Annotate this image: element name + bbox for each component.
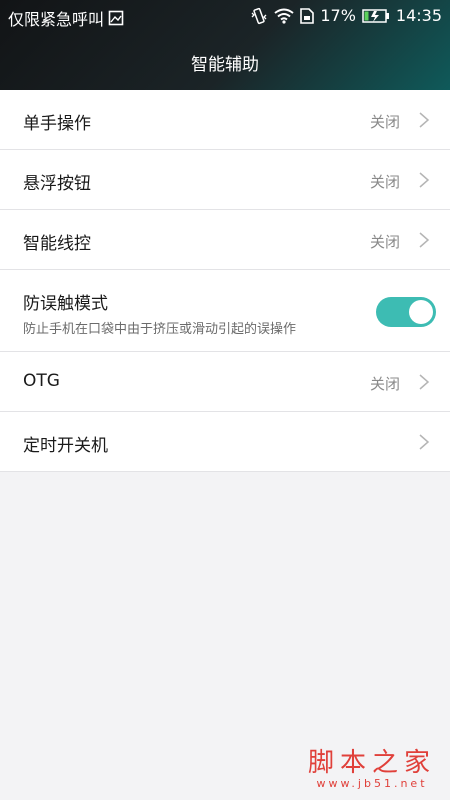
site-watermark: 脚本之家 www.jb51.net: [308, 742, 436, 790]
battery-charging-icon: [362, 7, 390, 25]
clock-time: 14:35: [395, 6, 442, 25]
setting-floating-button[interactable]: 悬浮按钮 关闭: [0, 150, 450, 210]
setting-scheduled-power[interactable]: 定时开关机: [0, 412, 450, 472]
sim-card-icon: [300, 7, 315, 25]
page-title: 智能辅助: [191, 55, 259, 75]
setting-value: 关闭: [369, 375, 400, 393]
emergency-call-text: 仅限紧急呼叫: [8, 10, 105, 29]
chevron-right-icon: [419, 232, 430, 248]
setting-label: 智能线控: [23, 234, 91, 254]
chevron-right-icon: [419, 434, 430, 450]
wifi-icon: [274, 7, 294, 25]
chevron-right-icon: [419, 112, 430, 128]
setting-anti-mistouch: 防误触模式 防止手机在口袋中由于挤压或滑动引起的误操作: [0, 270, 450, 352]
anti-mistouch-toggle[interactable]: [376, 297, 436, 327]
setting-otg[interactable]: OTG 关闭: [0, 352, 450, 412]
setting-description: 防止手机在口袋中由于挤压或滑动引起的误操作: [23, 322, 297, 337]
chevron-right-icon: [419, 172, 430, 188]
app-header: 仅限紧急呼叫 17% 14:35 智能辅助: [0, 0, 450, 90]
chevron-right-icon: [419, 374, 430, 390]
watermark-main: 脚本之家: [307, 748, 436, 778]
settings-list: 单手操作 关闭 悬浮按钮 关闭 智能线控 关闭 防误触模式 防止手机在口袋中由于…: [0, 90, 450, 472]
status-bar: 仅限紧急呼叫 17% 14:35: [0, 0, 450, 32]
setting-value: 关闭: [369, 173, 400, 191]
setting-label: 单手操作: [23, 114, 91, 134]
vibrate-icon: [250, 7, 268, 25]
setting-value: 关闭: [369, 113, 400, 131]
setting-value: 关闭: [369, 233, 400, 251]
setting-label: 防误触模式: [23, 294, 108, 314]
setting-label: 定时开关机: [23, 436, 108, 456]
battery-percent: 17%: [320, 6, 356, 25]
setting-smart-wire-control[interactable]: 智能线控 关闭: [0, 210, 450, 270]
watermark-url: www.jb51.net: [316, 777, 428, 790]
gallery-icon: [108, 9, 124, 27]
toggle-knob: [409, 300, 433, 324]
setting-one-hand-mode[interactable]: 单手操作 关闭: [0, 90, 450, 150]
setting-label: OTG: [23, 371, 60, 391]
setting-label: 悬浮按钮: [23, 174, 91, 194]
